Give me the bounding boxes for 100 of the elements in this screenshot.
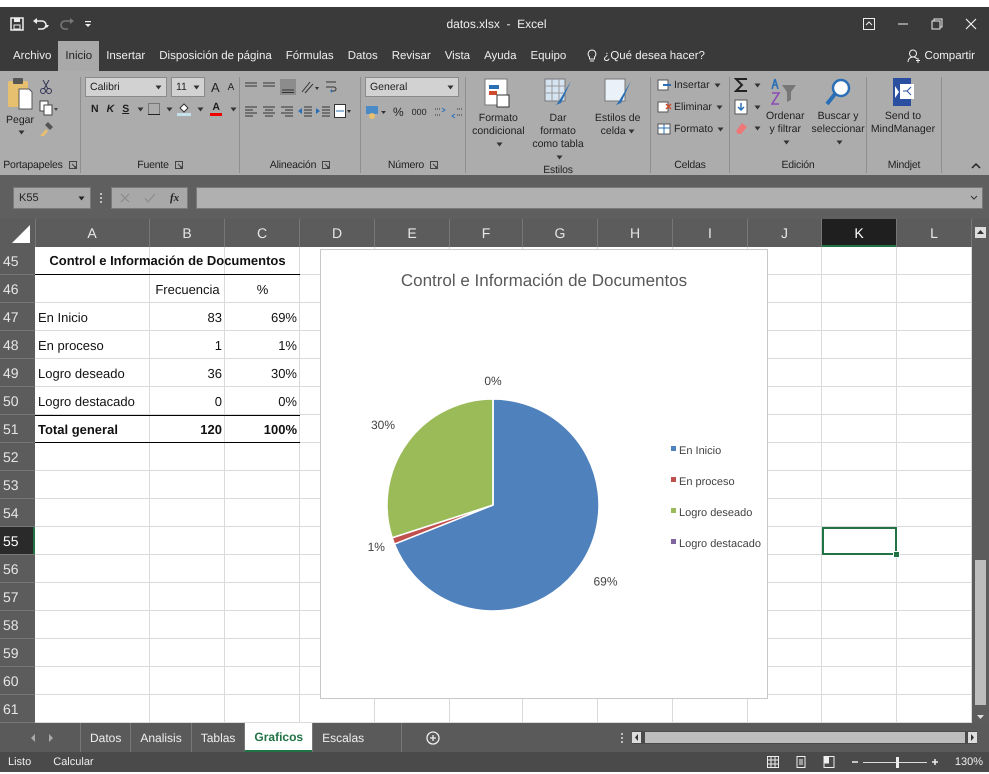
wrap-text-icon[interactable] [324,79,338,95]
delete-cells-icon[interactable] [657,100,672,114]
lightbulb-icon[interactable] [587,49,598,63]
scroll-right-icon[interactable] [968,732,977,743]
row-header[interactable]: 48 [0,331,35,359]
menu-tab[interactable]: Equipo [523,41,574,71]
font-size-select[interactable]: 11 [171,77,205,97]
copy-icon[interactable] [39,100,60,116]
add-sheet-icon[interactable] [426,730,440,744]
row-header[interactable]: 54 [0,499,35,527]
number-format-select[interactable]: General [365,77,459,97]
fill-color-icon[interactable] [177,102,192,116]
shrink-font-button[interactable]: A [226,80,236,94]
row-header[interactable]: 52 [0,443,35,471]
menu-tab[interactable]: Inicio [58,41,100,71]
sort-filter-button[interactable]: Ordenar y filtrar [764,77,807,157]
font-color-button[interactable]: A [208,102,224,116]
scrollbar-thumb[interactable] [644,732,964,743]
row-header[interactable]: 60 [0,667,35,695]
menu-tab[interactable]: Insertar [99,41,152,71]
menu-tab[interactable]: Archivo [6,41,58,71]
dialog-launcher-icon[interactable] [430,161,438,169]
scrollbar-thumb[interactable] [975,560,986,705]
find-select-button[interactable]: Buscar y seleccionar [810,77,867,157]
row-header[interactable]: 50 [0,387,35,415]
scissors-icon[interactable] [39,79,54,95]
row-header[interactable]: 49 [0,359,35,387]
dialog-launcher-icon[interactable] [174,161,183,169]
orientation-icon[interactable] [300,80,320,94]
row-header[interactable]: 55 [0,527,35,555]
row-header[interactable]: 58 [0,611,35,639]
bold-button[interactable]: N [89,102,101,116]
sheet-tab[interactable]: Graficos [244,723,312,752]
row-header[interactable]: 53 [0,471,35,499]
delete-button[interactable]: Eliminar [655,99,726,115]
normal-view-icon[interactable] [766,756,779,768]
column-header[interactable]: K [822,219,897,247]
search-icon[interactable] [824,77,852,107]
menu-tab[interactable]: Disposición de página [152,41,279,71]
zoom-level[interactable]: 130% [954,756,983,768]
thousands-button[interactable]: 000 [410,106,429,118]
name-box[interactable]: K55 [13,187,91,209]
tell-me-field[interactable]: ¿Qué desea hacer? [603,50,705,62]
menu-tab[interactable]: Datos [340,41,385,71]
borders-icon[interactable] [148,103,160,115]
collapse-ribbon-icon[interactable] [971,162,981,169]
menu-tab[interactable]: Fórmulas [278,41,341,71]
share-button[interactable]: Compartir [900,41,989,71]
font-select[interactable]: Calibri [85,77,167,97]
customize-icon[interactable] [84,19,92,29]
calculate-button[interactable]: Calcular [53,756,94,768]
selected-cell[interactable] [822,527,897,555]
insert-button[interactable]: Insertar [655,77,726,93]
menu-tab[interactable]: Vista [438,41,478,71]
underline-button[interactable]: S [120,102,132,116]
save-icon[interactable] [10,17,24,31]
fill-down-icon[interactable] [734,99,748,115]
bottom-align-icon[interactable] [280,79,296,95]
row-header[interactable]: 46 [0,275,35,303]
row-header[interactable]: 45 [0,247,35,275]
mindmanager-button[interactable]: Send to MindManager [871,77,935,157]
ribbon-display-icon[interactable] [863,18,875,30]
close-icon[interactable] [965,18,977,30]
page-break-icon[interactable] [822,756,835,768]
conditional-format-button[interactable]: Formato condicional [470,77,527,164]
row-header[interactable]: 57 [0,583,35,611]
align-right-icon[interactable] [280,105,294,117]
dialog-launcher-icon[interactable] [322,161,330,169]
insert-function-button[interactable]: fx [170,192,180,204]
format-table-button[interactable]: Dar formato como tabla [530,77,586,164]
increase-indent-icon[interactable] [316,105,330,117]
percent-button[interactable]: % [391,104,406,120]
decrease-indent-icon[interactable] [298,105,312,117]
row-header[interactable]: 61 [0,695,35,723]
format-painter-icon[interactable] [39,121,56,137]
currency-icon[interactable] [365,105,387,119]
expand-icon[interactable] [970,195,978,201]
dialog-launcher-icon[interactable] [68,161,77,169]
row-header[interactable]: 56 [0,555,35,583]
sum-icon[interactable] [734,77,748,93]
mindmanager-icon[interactable] [890,77,916,107]
redo-icon[interactable] [58,17,76,31]
menu-tab[interactable]: Revisar [384,41,438,71]
insert-cells-icon[interactable] [657,78,672,92]
scroll-left-icon[interactable] [632,732,641,743]
row-header[interactable]: 47 [0,303,35,331]
check-icon[interactable] [144,193,156,203]
person-icon[interactable] [906,49,921,63]
scroll-up-icon[interactable] [975,227,986,238]
paste-button[interactable]: Pegar [4,77,36,157]
merge-center-icon[interactable] [334,104,352,118]
format-button[interactable]: Formato [655,121,726,137]
grow-font-button[interactable]: A [209,78,222,96]
zoom-in-icon[interactable] [930,758,939,766]
row-header[interactable]: 59 [0,639,35,667]
zoom-thumb[interactable] [896,756,899,768]
cell-styles-button[interactable]: Estilos de celda [589,77,646,164]
menu-tab[interactable]: Ayuda [477,41,524,71]
align-center-icon[interactable] [262,105,276,117]
clipboard-icon[interactable] [7,77,34,111]
